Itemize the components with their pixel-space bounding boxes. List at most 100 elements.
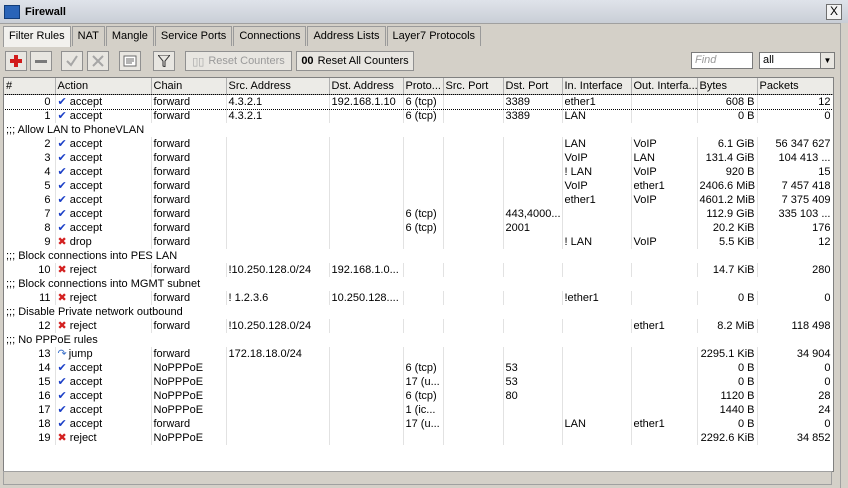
cell-action: ✖ reject: [55, 291, 152, 305]
filter-select[interactable]: all ▼: [759, 52, 835, 69]
tab-layer7-protocols[interactable]: Layer7 Protocols: [386, 26, 482, 46]
enable-button[interactable]: [61, 51, 83, 71]
filter-icon: [158, 55, 170, 67]
cell-dport: [503, 165, 563, 179]
action-label: reject: [69, 320, 97, 332]
col-src-address[interactable]: Src. Address: [226, 78, 330, 95]
cell-src: 4.3.2.1: [226, 109, 330, 123]
table-row[interactable]: 12 ✖ reject forward !10.250.128.0/24 ether1 8.…: [4, 319, 833, 333]
cell-src: [226, 207, 330, 221]
reset-counters-button[interactable]: ▯▯ Reset Counters: [185, 51, 292, 71]
cell-packets: 280: [757, 263, 833, 277]
cell-packets: 0: [757, 417, 833, 431]
cell-bytes: 920 B: [697, 165, 758, 179]
cell-sport: [443, 319, 504, 333]
tab-mangle[interactable]: Mangle: [105, 26, 154, 46]
col-in-interface[interactable]: In. Interface: [562, 78, 632, 95]
table-row[interactable]: 19 ✖ reject NoPPPoE 2292.6 KiB 34 852: [4, 431, 833, 445]
table-row[interactable]: 9 ✖ drop forward! LAN VoIP 5.5 KiB 12: [4, 235, 833, 249]
reset-counters-label: Reset Counters: [208, 55, 285, 67]
horizontal-scrollbar[interactable]: [3, 471, 832, 485]
cell-proto: 6 (tcp): [403, 389, 444, 403]
cell-outif: [631, 347, 698, 361]
tab-filter-rules[interactable]: Filter Rules: [3, 26, 71, 47]
col-number[interactable]: #: [4, 78, 56, 95]
cell-number: 1: [4, 109, 56, 123]
table-row[interactable]: 13 ↷ jump forward 172.18.18.0/24 2295.1 KiB 34…: [4, 347, 833, 361]
table-row[interactable]: 14 ✔ accept NoPPPoE 6 (tcp) 53 0 B0: [4, 361, 833, 375]
table-row[interactable]: 2 ✔ accept forward LAN VoIP 6.1 GiB 56 347 627: [4, 137, 833, 151]
comment-button[interactable]: [119, 51, 141, 71]
filter-button[interactable]: [153, 51, 175, 71]
table-row[interactable]: 1 ✔ accept forward 4.3.2.1 6 (tcp) 3389 LAN 0 B0: [4, 109, 833, 123]
cell-sport: [443, 221, 504, 235]
check-icon: ✔: [57, 152, 67, 164]
cell-dst: [329, 235, 404, 249]
table-row[interactable]: 4 ✔ accept forward! LAN VoIP 920 B 15: [4, 165, 833, 179]
check-icon: ✔: [57, 96, 67, 108]
comment-row[interactable]: ;;; No PPPoE rules: [4, 333, 833, 347]
cell-packets: 118 498: [757, 319, 833, 333]
table-row[interactable]: 5 ✔ accept forward VoIP ether1 2406.6 MiB 7 457…: [4, 179, 833, 193]
cell-outif: [631, 389, 698, 403]
cell-proto: [403, 347, 444, 361]
table-row[interactable]: 17 ✔ accept NoPPPoE 1 (ic... 1440 B 24: [4, 403, 833, 417]
col-packets[interactable]: Packets: [757, 78, 833, 95]
chevron-down-icon[interactable]: ▼: [820, 53, 834, 68]
cell-dport: 53: [503, 361, 563, 375]
cell-proto: [403, 179, 444, 193]
cell-number: 0: [4, 94, 56, 109]
cell-proto: [403, 235, 444, 249]
cell-outif: [631, 109, 698, 123]
table-row[interactable]: 0 ✔ accept forward 4.3.2.1 192.168.1.10 6 (tcp…: [4, 93, 833, 110]
cell-action: ✔ accept: [55, 94, 152, 109]
cell-number: 18: [4, 417, 56, 431]
add-button[interactable]: [5, 51, 27, 71]
disable-button[interactable]: [87, 51, 109, 71]
tab-connections[interactable]: Connections: [233, 26, 307, 46]
reset-all-counters-button[interactable]: 00 Reset All Counters: [296, 51, 414, 71]
col-src-port[interactable]: Src. Port: [443, 78, 504, 95]
comment-row[interactable]: ;;; Disable Private network outbound: [4, 305, 833, 319]
col-out-interface[interactable]: Out. Interfa...: [631, 78, 698, 95]
rules-table: # Action Chain Src. Address Dst. Address…: [3, 77, 834, 472]
cell-bytes: 131.4 GiB: [697, 151, 758, 165]
table-row[interactable]: 6 ✔ accept forward ether1 VoIP 4601.2 MiB 7 375…: [4, 193, 833, 207]
cell-outif: [631, 221, 698, 235]
tab-address-lists[interactable]: Address Lists: [307, 26, 386, 46]
find-input[interactable]: Find: [691, 52, 753, 69]
col-bytes[interactable]: Bytes: [697, 78, 758, 95]
cell-dport: 2001: [503, 221, 563, 235]
action-label: accept: [69, 96, 103, 108]
col-dst-address[interactable]: Dst. Address: [329, 78, 404, 95]
table-row[interactable]: 16 ✔ accept NoPPPoE 6 (tcp) 80 1120 B 28: [4, 389, 833, 403]
cell-outif: [631, 94, 698, 109]
table-row[interactable]: 18 ✔ accept forward 17 (u... LAN ether1 0 B0: [4, 417, 833, 431]
cell-proto: 6 (tcp): [403, 94, 444, 109]
check-icon: ✔: [57, 390, 67, 402]
comment-row[interactable]: ;;; Block connections into PES LAN: [4, 249, 833, 263]
close-button[interactable]: X: [826, 4, 842, 20]
table-row[interactable]: 3 ✔ accept forward VoIP LAN 131.4 GiB 104 413 .…: [4, 151, 833, 165]
table-row[interactable]: 10 ✖ reject forward !10.250.128.0/24 192.168.…: [4, 263, 833, 277]
window-icon: [4, 4, 20, 19]
tab-service-ports[interactable]: Service Ports: [154, 26, 233, 46]
col-protocol[interactable]: Proto...: [403, 78, 444, 95]
table-row[interactable]: 11 ✖ reject forward! 1.2.3.6 10.250.128....!…: [4, 291, 833, 305]
comment-row[interactable]: ;;; Block connections into MGMT subnet: [4, 277, 833, 291]
cell-dport: [503, 347, 563, 361]
cell-dst: [329, 165, 404, 179]
cell-sport: [443, 235, 504, 249]
tab-nat[interactable]: NAT: [71, 26, 105, 46]
remove-button[interactable]: [30, 51, 52, 71]
cell-src: ! 1.2.3.6: [226, 291, 330, 305]
col-action[interactable]: Action: [55, 78, 152, 95]
cell-chain: forward: [151, 347, 227, 361]
table-row[interactable]: 15 ✔ accept NoPPPoE 17 (u... 53 0 B0: [4, 375, 833, 389]
table-row[interactable]: 7 ✔ accept forward 6 (tcp) 443,4000... 112.9 G…: [4, 207, 833, 221]
col-dst-port[interactable]: Dst. Port: [503, 78, 563, 95]
col-chain[interactable]: Chain: [151, 78, 227, 95]
cell-dport: 443,4000...: [503, 207, 563, 221]
table-row[interactable]: 8 ✔ accept forward 6 (tcp) 2001 20.2 KiB 176: [4, 221, 833, 235]
comment-row[interactable]: ;;; Allow LAN to PhoneVLAN: [4, 123, 833, 137]
